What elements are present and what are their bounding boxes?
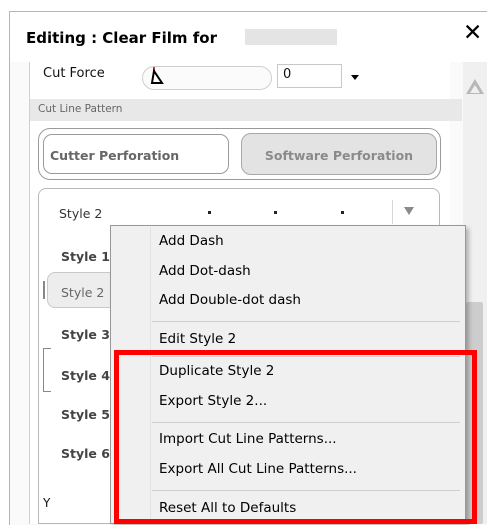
menu-item-add-double-dot-dash[interactable]: Add Double-dot dash (159, 292, 301, 308)
highlight-annotation (114, 350, 477, 524)
menu-item-add-dot-dash[interactable]: Add Dot-dash (159, 263, 251, 279)
list-item-style-3[interactable]: Style 3 (61, 327, 110, 342)
partial-label: Y (43, 496, 51, 510)
scroll-up-arrow-inner (470, 85, 480, 93)
list-item-style-2[interactable]: Style 2 (61, 285, 104, 300)
partial-control (43, 348, 51, 392)
menu-item-add-dash[interactable]: Add Dash (159, 233, 224, 249)
list-item-style-6[interactable]: Style 6 (61, 446, 110, 461)
style-dropdown-value: Style 2 (59, 206, 103, 221)
pattern-preview-dot (208, 211, 211, 214)
window-title: Editing : Clear Film for (26, 29, 217, 47)
chevron-down-icon[interactable] (351, 75, 359, 80)
section-label: Cut Line Pattern (38, 103, 123, 115)
list-item-style-4[interactable]: Style 4 (61, 368, 110, 383)
list-item-style-5[interactable]: Style 5 (61, 407, 110, 422)
tab-cutter-perforation[interactable]: Cutter Perforation (43, 134, 229, 174)
style-dropdown[interactable] (44, 196, 436, 228)
row-marker (43, 281, 45, 299)
menu-separator (152, 321, 460, 322)
slider-thumb-icon[interactable] (150, 67, 166, 87)
redacted-title-part (245, 29, 337, 45)
cut-force-input[interactable]: 0 (277, 64, 342, 88)
chevron-down-icon[interactable] (404, 207, 414, 215)
cut-force-label: Cut Force (43, 66, 105, 81)
menu-item-edit-style[interactable]: Edit Style 2 (159, 331, 236, 347)
pattern-preview-dot (274, 211, 277, 214)
tab-software-perforation[interactable]: Software Perforation (241, 133, 437, 175)
pattern-preview-dot (341, 211, 344, 214)
dropdown-divider (392, 200, 393, 224)
list-item-style-1[interactable]: Style 1 (61, 249, 110, 264)
close-icon[interactable]: ✕ (463, 22, 482, 45)
